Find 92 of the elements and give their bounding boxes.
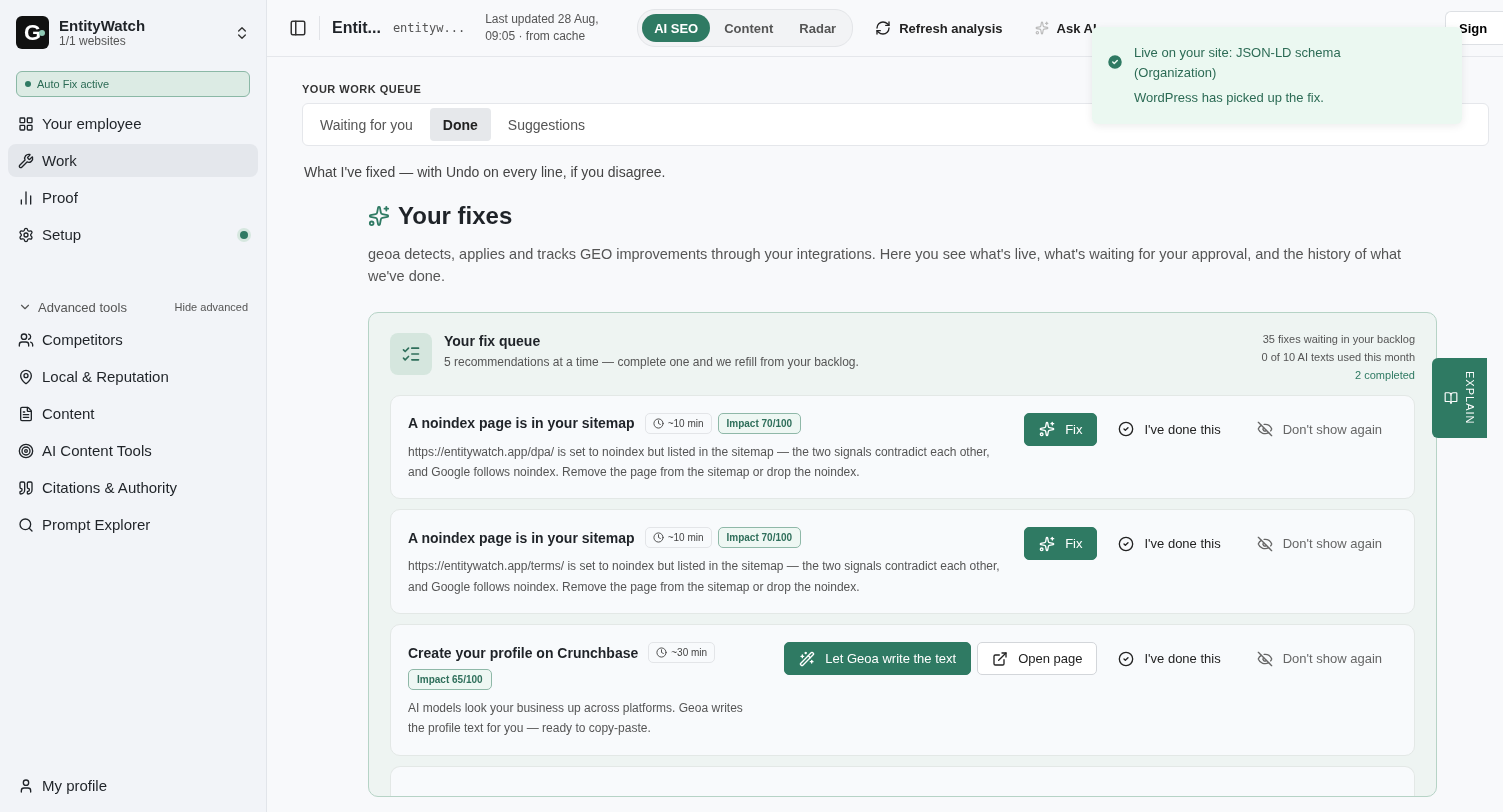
check-circle-icon	[1118, 421, 1135, 437]
auto-fix-status: Auto Fix active	[16, 71, 250, 97]
done-button[interactable]: I've done this	[1103, 642, 1236, 676]
fix-button[interactable]: Fix	[1024, 527, 1098, 561]
section-heading: YOUR WORK QUEUE	[302, 83, 423, 95]
nav-icon	[18, 189, 34, 206]
queue-title: Your fix queue	[444, 332, 542, 349]
nav-item[interactable]: Content	[8, 397, 258, 430]
last-updated: Last updated 28 Aug, 09:05 · from cache	[485, 11, 600, 45]
nav-icon	[18, 226, 34, 243]
impact-tag: Impact 70/100	[717, 527, 802, 549]
dismiss-button[interactable]: Don't show again	[1241, 412, 1397, 446]
page-title: Your fixes	[398, 202, 513, 230]
nav-item[interactable]: Local & Reputation	[8, 360, 258, 393]
fix-description: https://entitywatch.app/dpa/ is set to noindex but listed in the sitemap — the two signals contradict each other, and Google follows noindex. Remove the page from the sitemap or drop the noindex.	[408, 443, 991, 481]
fix-title: A noindex page is in your sitemap	[408, 415, 635, 431]
impact-tag: Impact 65/100	[408, 669, 492, 691]
eye-off-icon	[1256, 650, 1273, 667]
nav-icon	[18, 331, 34, 348]
clock-icon	[656, 647, 668, 659]
nav-icon	[18, 442, 34, 459]
queue-stat: 0 of 10 AI texts used this month	[1261, 350, 1415, 363]
queue-stat: 35 fixes waiting in your backlog	[1262, 332, 1415, 345]
workspace-name: EntityWatch	[59, 17, 147, 34]
nav-item[interactable]: Citations & Authority	[8, 471, 258, 504]
nav-item[interactable]: Your employee	[8, 107, 258, 140]
check-circle-icon	[1106, 53, 1124, 71]
mode-tab[interactable]: AI SEO	[642, 14, 711, 42]
queue-subtitle: 5 recommendations at a time — complete one and we refill from your backlog.	[444, 354, 860, 369]
nav-item[interactable]: Prompt Explorer	[8, 508, 258, 541]
mode-tab[interactable]: Radar	[787, 14, 849, 42]
fix-description: https://entitywatch.app/terms/ is set to noindex but listed in the sitemap — the two signals contradict each other, and Google follows noindex. Remove the page from the sitemap or drop the noindex.	[408, 558, 1001, 596]
nav-icon	[18, 479, 34, 496]
time-estimate: ~30 min	[648, 642, 716, 664]
impact-tag: Impact 70/100	[717, 412, 802, 434]
sparkles-icon	[1034, 21, 1049, 35]
eye-off-icon	[1256, 535, 1273, 552]
fix-title: Create your profile on Crunchbase	[408, 644, 639, 661]
page-description: geoa detects, applies and tracks GEO improvements through your integrations. Here you see what's live, what's waiting for your approval, and the history of what we've done.	[368, 245, 1403, 286]
open-page-button[interactable]: Open page	[977, 642, 1098, 676]
queue-tab[interactable]: Suggestions	[494, 108, 598, 141]
refresh-icon	[875, 20, 892, 36]
completed-count: 2 completed	[1355, 368, 1415, 381]
refresh-button[interactable]: Refresh analysis	[865, 20, 1013, 36]
toast-message: WordPress has picked up the fix.	[1134, 89, 1325, 107]
nav-item[interactable]: AI Content Tools	[8, 434, 258, 467]
section-label: Advanced tools	[38, 299, 127, 315]
fix-title: A noindex page is in your sitemap	[408, 529, 635, 546]
clock-icon	[652, 532, 664, 544]
user-icon	[18, 777, 34, 794]
eye-off-icon	[1256, 421, 1273, 437]
check-circle-icon	[1118, 535, 1135, 552]
time-estimate: ~10 min	[644, 412, 712, 434]
nav-icon	[18, 152, 34, 169]
nav-icon	[18, 368, 34, 385]
nav-icon	[18, 115, 34, 132]
time-estimate: ~10 min	[644, 527, 712, 549]
fix-button[interactable]: Fix	[1024, 412, 1098, 446]
site-name: Entit...	[332, 19, 381, 37]
toast-title: Live on your site: JSON-LD schema (Organization)	[1134, 44, 1342, 82]
queue-tab[interactable]: Waiting for you	[307, 108, 426, 141]
profile-link[interactable]: My profile	[8, 769, 258, 802]
queue-tab[interactable]: Done	[429, 108, 491, 141]
hide-advanced-link[interactable]: Hide advanced	[174, 301, 248, 313]
nav-icon	[18, 405, 34, 422]
sidebar-toggle-icon[interactable]	[289, 19, 307, 37]
nav-item[interactable]: Work	[8, 144, 258, 177]
workspace-logo: G	[16, 16, 49, 49]
nav-icon	[18, 516, 34, 533]
sparkles-icon	[1039, 421, 1056, 437]
external-link-icon	[992, 650, 1009, 667]
explain-tab[interactable]: EXPLAIN	[1432, 358, 1487, 438]
workspace-sites: 1/1 websites	[59, 34, 127, 48]
book-icon	[1443, 391, 1458, 405]
sparkles-icon	[1039, 535, 1056, 552]
dismiss-button[interactable]: Don't show again	[1241, 642, 1397, 676]
nav-item[interactable]: Setup	[8, 218, 258, 251]
mode-tab[interactable]: Content	[712, 14, 786, 42]
dismiss-button[interactable]: Don't show again	[1241, 527, 1397, 561]
checklist-icon	[390, 332, 432, 375]
nav-item[interactable]: Competitors	[8, 323, 258, 356]
done-button[interactable]: I've done this	[1103, 527, 1236, 561]
fix-description: AI models look your business up across platforms. Geoa writes the profile text for you — ready to copy-paste.	[408, 700, 744, 738]
done-button[interactable]: I've done this	[1103, 412, 1236, 446]
write-text-button[interactable]: Let Geoa write the text	[784, 642, 972, 676]
check-circle-icon	[1118, 650, 1135, 667]
sparkles-icon	[368, 205, 390, 227]
intro-text: What I've fixed — with Undo on every line, if you disagree.	[304, 164, 667, 180]
nav-item[interactable]: Proof	[8, 181, 258, 214]
clock-icon	[652, 417, 664, 429]
magic-wand-icon	[799, 650, 816, 667]
site-domain: entityw...	[392, 21, 466, 35]
